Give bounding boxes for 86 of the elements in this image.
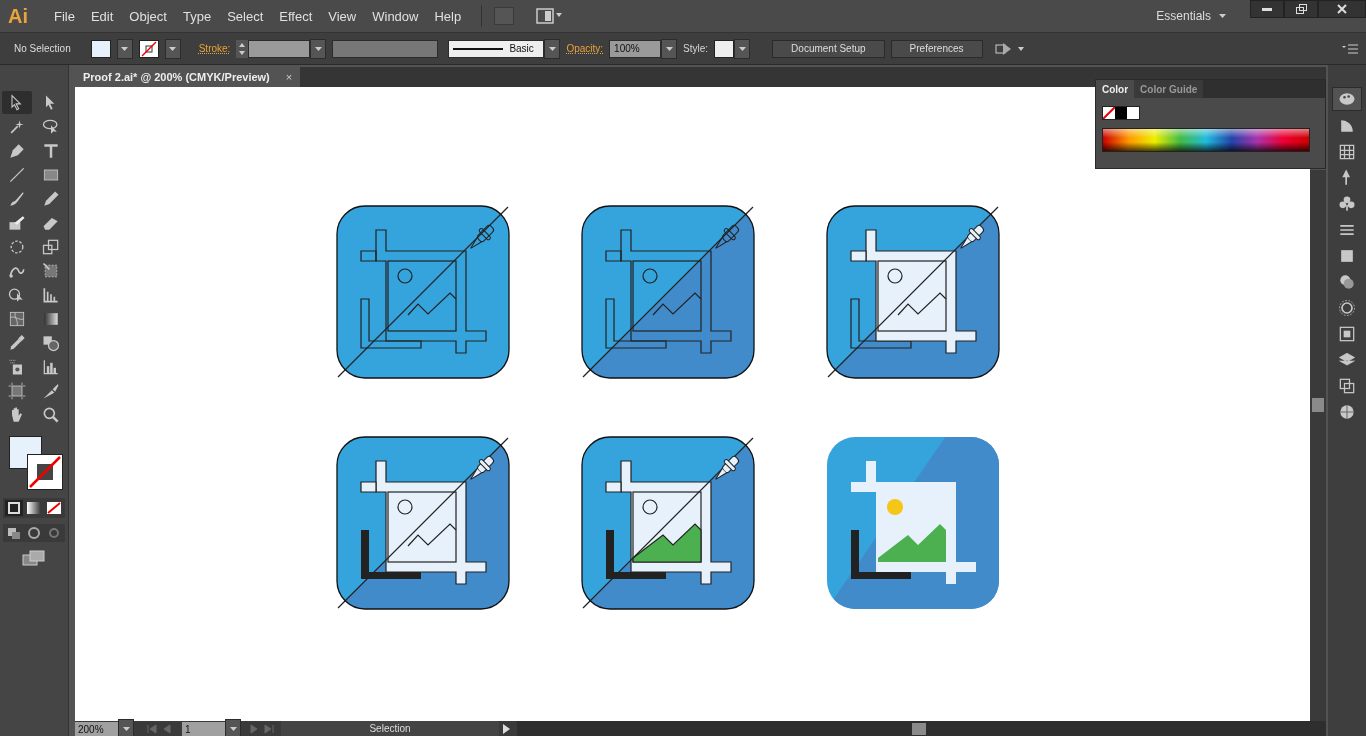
restore-icon[interactable] bbox=[1295, 4, 1307, 14]
draw-behind-icon[interactable] bbox=[25, 526, 43, 540]
menu-item[interactable]: File bbox=[46, 8, 83, 24]
stepper-icon[interactable] bbox=[236, 39, 249, 58]
tab-close-button[interactable]: × bbox=[285, 71, 293, 83]
horizontal-scrollbar[interactable] bbox=[517, 721, 1326, 736]
close-icon[interactable] bbox=[1337, 4, 1347, 14]
fill-swatch[interactable] bbox=[90, 39, 111, 58]
brush-dropdown[interactable] bbox=[544, 38, 561, 59]
globe-icon[interactable] bbox=[1337, 402, 1357, 422]
stroke-weight-dropdown[interactable] bbox=[310, 38, 327, 59]
image-crop-icon bbox=[826, 205, 1000, 379]
stroke-dropdown[interactable] bbox=[164, 38, 181, 59]
panel-button[interactable] bbox=[1332, 87, 1362, 111]
color-spectrum[interactable] bbox=[1102, 128, 1310, 152]
selection-tool[interactable] bbox=[2, 91, 32, 114]
caret-icon[interactable] bbox=[121, 46, 129, 51]
opacity-dropdown[interactable] bbox=[661, 38, 678, 59]
image-crop-icon bbox=[336, 436, 510, 610]
opacity-label[interactable]: Opacity: bbox=[566, 43, 604, 54]
isolate-icon[interactable] bbox=[994, 41, 1025, 56]
panel-menu-icon[interactable] bbox=[1342, 43, 1358, 54]
document-tab[interactable]: Proof 2.ai* @ 200% (CMYK/Preview) × bbox=[75, 67, 301, 87]
none-mode-icon[interactable] bbox=[45, 500, 63, 516]
zoom-field[interactable]: 200% bbox=[75, 722, 118, 736]
panel-tab[interactable]: Color Guide bbox=[1134, 80, 1204, 98]
selection-status: No Selection bbox=[14, 43, 71, 54]
zoom-dropdown[interactable] bbox=[118, 719, 134, 736]
toolbar-button[interactable]: Preferences bbox=[890, 39, 983, 58]
caret-icon[interactable] bbox=[169, 46, 177, 51]
image-crop-icon bbox=[581, 205, 755, 379]
menu-item[interactable]: Effect bbox=[271, 8, 321, 24]
status-tool[interactable]: Selection bbox=[281, 721, 499, 736]
stroke-weight-field[interactable] bbox=[248, 39, 311, 58]
artboard-icon[interactable] bbox=[7, 380, 27, 401]
restore-button[interactable] bbox=[1284, 0, 1318, 18]
image-crop-icon bbox=[826, 436, 1000, 610]
circles-icon[interactable] bbox=[1337, 272, 1357, 292]
minimize-icon[interactable] bbox=[1262, 7, 1272, 11]
panel-tab[interactable]: Color bbox=[1096, 80, 1135, 98]
color-chip[interactable] bbox=[1127, 107, 1139, 119]
menu-item[interactable]: Window bbox=[364, 8, 427, 24]
caret-icon[interactable] bbox=[1219, 14, 1226, 18]
image-crop-icon bbox=[581, 436, 755, 610]
menu-item[interactable]: View bbox=[320, 8, 365, 24]
menu-item[interactable]: Type bbox=[174, 8, 220, 24]
workspace-switcher[interactable]: Essentials bbox=[1156, 9, 1211, 23]
style-swatch[interactable] bbox=[714, 39, 735, 58]
minimize-button[interactable] bbox=[1250, 0, 1284, 18]
squares-icon[interactable] bbox=[1337, 324, 1357, 344]
none-color-chip[interactable] bbox=[1103, 107, 1115, 119]
menu-item[interactable]: Object bbox=[121, 8, 175, 24]
arrange-documents-icon[interactable] bbox=[536, 8, 565, 24]
stroke-swatch[interactable] bbox=[138, 39, 159, 58]
opacity-field[interactable]: 100% bbox=[609, 39, 662, 58]
style-dropdown[interactable] bbox=[734, 38, 751, 59]
artboard-dropdown[interactable] bbox=[225, 719, 241, 736]
eyedropper-icon[interactable] bbox=[7, 332, 27, 353]
gradient-mode-icon[interactable] bbox=[25, 500, 43, 516]
style-label: Style: bbox=[683, 43, 709, 54]
club-icon[interactable] bbox=[1337, 194, 1357, 214]
menu-item[interactable]: Edit bbox=[82, 8, 122, 24]
fill-dropdown[interactable] bbox=[116, 38, 133, 59]
app-logo: Ai bbox=[8, 4, 29, 28]
artboards-icon[interactable] bbox=[1337, 376, 1357, 396]
close-button[interactable] bbox=[1318, 0, 1366, 18]
menu-item[interactable]: Select bbox=[219, 8, 272, 24]
caret-icon[interactable] bbox=[548, 46, 556, 51]
swatches-grid-icon[interactable] bbox=[1337, 142, 1357, 162]
color-chip[interactable] bbox=[1115, 107, 1127, 119]
stroke-label[interactable]: Stroke: bbox=[198, 43, 231, 54]
caret-icon[interactable] bbox=[314, 46, 322, 51]
menu-item[interactable]: Help bbox=[426, 8, 470, 24]
color-mode-icon[interactable] bbox=[5, 500, 23, 516]
caret-icon[interactable] bbox=[122, 727, 130, 731]
artboard-number-field[interactable]: 1 bbox=[182, 722, 225, 736]
variable-width-field[interactable] bbox=[332, 39, 439, 58]
draw-normal-icon[interactable] bbox=[5, 526, 23, 540]
toolbar-button[interactable]: Document Setup bbox=[772, 39, 885, 58]
brush-field[interactable]: Basic bbox=[448, 39, 545, 58]
caret-icon[interactable] bbox=[738, 46, 746, 51]
caret-icon[interactable] bbox=[665, 46, 673, 51]
caret-icon[interactable] bbox=[229, 727, 237, 731]
screen-mode-icon[interactable] bbox=[22, 550, 46, 566]
vertical-scrollbar[interactable] bbox=[1310, 170, 1326, 721]
image-crop-icon bbox=[336, 205, 510, 379]
